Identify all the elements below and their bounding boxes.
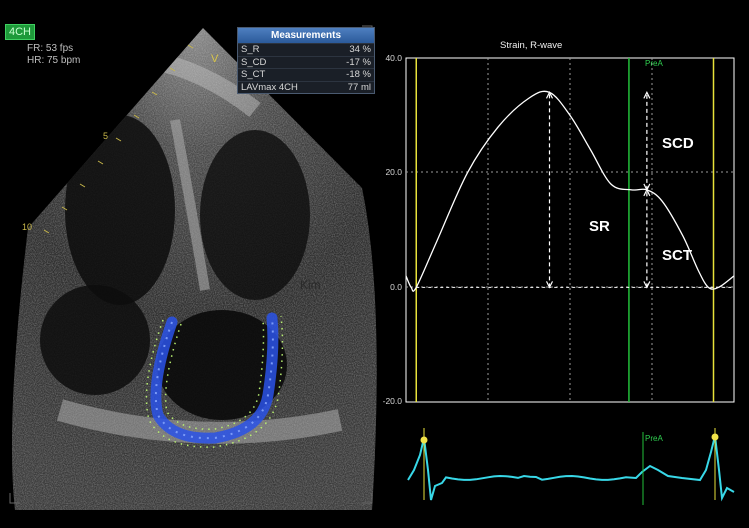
ecg-strip (407, 428, 735, 505)
measurements-title[interactable]: Measurements (238, 28, 374, 43)
frame-rate: FR: 53 fps (27, 43, 74, 54)
prea-label: PreA (645, 59, 663, 68)
measurement-row[interactable]: LAVmax 4CH 77 ml (238, 80, 374, 94)
annotation-scd: SCD (662, 135, 694, 152)
ecg-prea-label: PreA (645, 434, 663, 443)
depth-marker: V (211, 53, 219, 65)
view-tag: 4CH (5, 24, 36, 40)
y-tick-label: 0.0 (390, 282, 402, 292)
measurement-label: S_CT (241, 69, 266, 80)
depth-tick-10: 10 (22, 222, 33, 232)
measurement-row[interactable]: S_R 34 % (238, 43, 374, 56)
y-tick-label: 20.0 (385, 167, 402, 177)
heart-rate: HR: 75 bpm (27, 55, 81, 66)
y-tick-label: 40.0 (385, 53, 402, 63)
echo-viewer: 4CH FR: 53 fps HR: 75 bpm V 5 10 Measure… (0, 0, 749, 528)
measurement-value: 77 ml (347, 81, 371, 93)
annotation-sr: SR (589, 218, 610, 235)
measurement-label: S_CD (241, 56, 267, 68)
measurement-label: LAVmax 4CH (241, 81, 298, 93)
r-wave-marker-right[interactable] (711, 433, 719, 441)
measurement-value: -18 % (346, 69, 371, 80)
measurement-label: S_R (241, 44, 260, 55)
r-wave-marker-left[interactable] (420, 436, 428, 444)
measurement-value: -17 % (346, 56, 371, 68)
y-tick-label: -20.0 (382, 396, 402, 406)
depth-tick-5: 5 (103, 131, 109, 141)
measurement-row[interactable]: S_CD -17 % (238, 55, 374, 69)
watermark-text: Kim (300, 278, 321, 292)
ultrasound-sector (9, 25, 377, 510)
measurements-panel: Measurements S_R 34 % S_CD -17 % S_CT -1… (237, 27, 375, 94)
measurement-row[interactable]: S_CT -18 % (238, 68, 374, 81)
annotation-sct: SCT (662, 247, 692, 264)
chart-title: Strain, R-wave (500, 40, 563, 51)
measurement-value: 34 % (349, 44, 371, 55)
strain-chart-frame (405, 57, 735, 403)
